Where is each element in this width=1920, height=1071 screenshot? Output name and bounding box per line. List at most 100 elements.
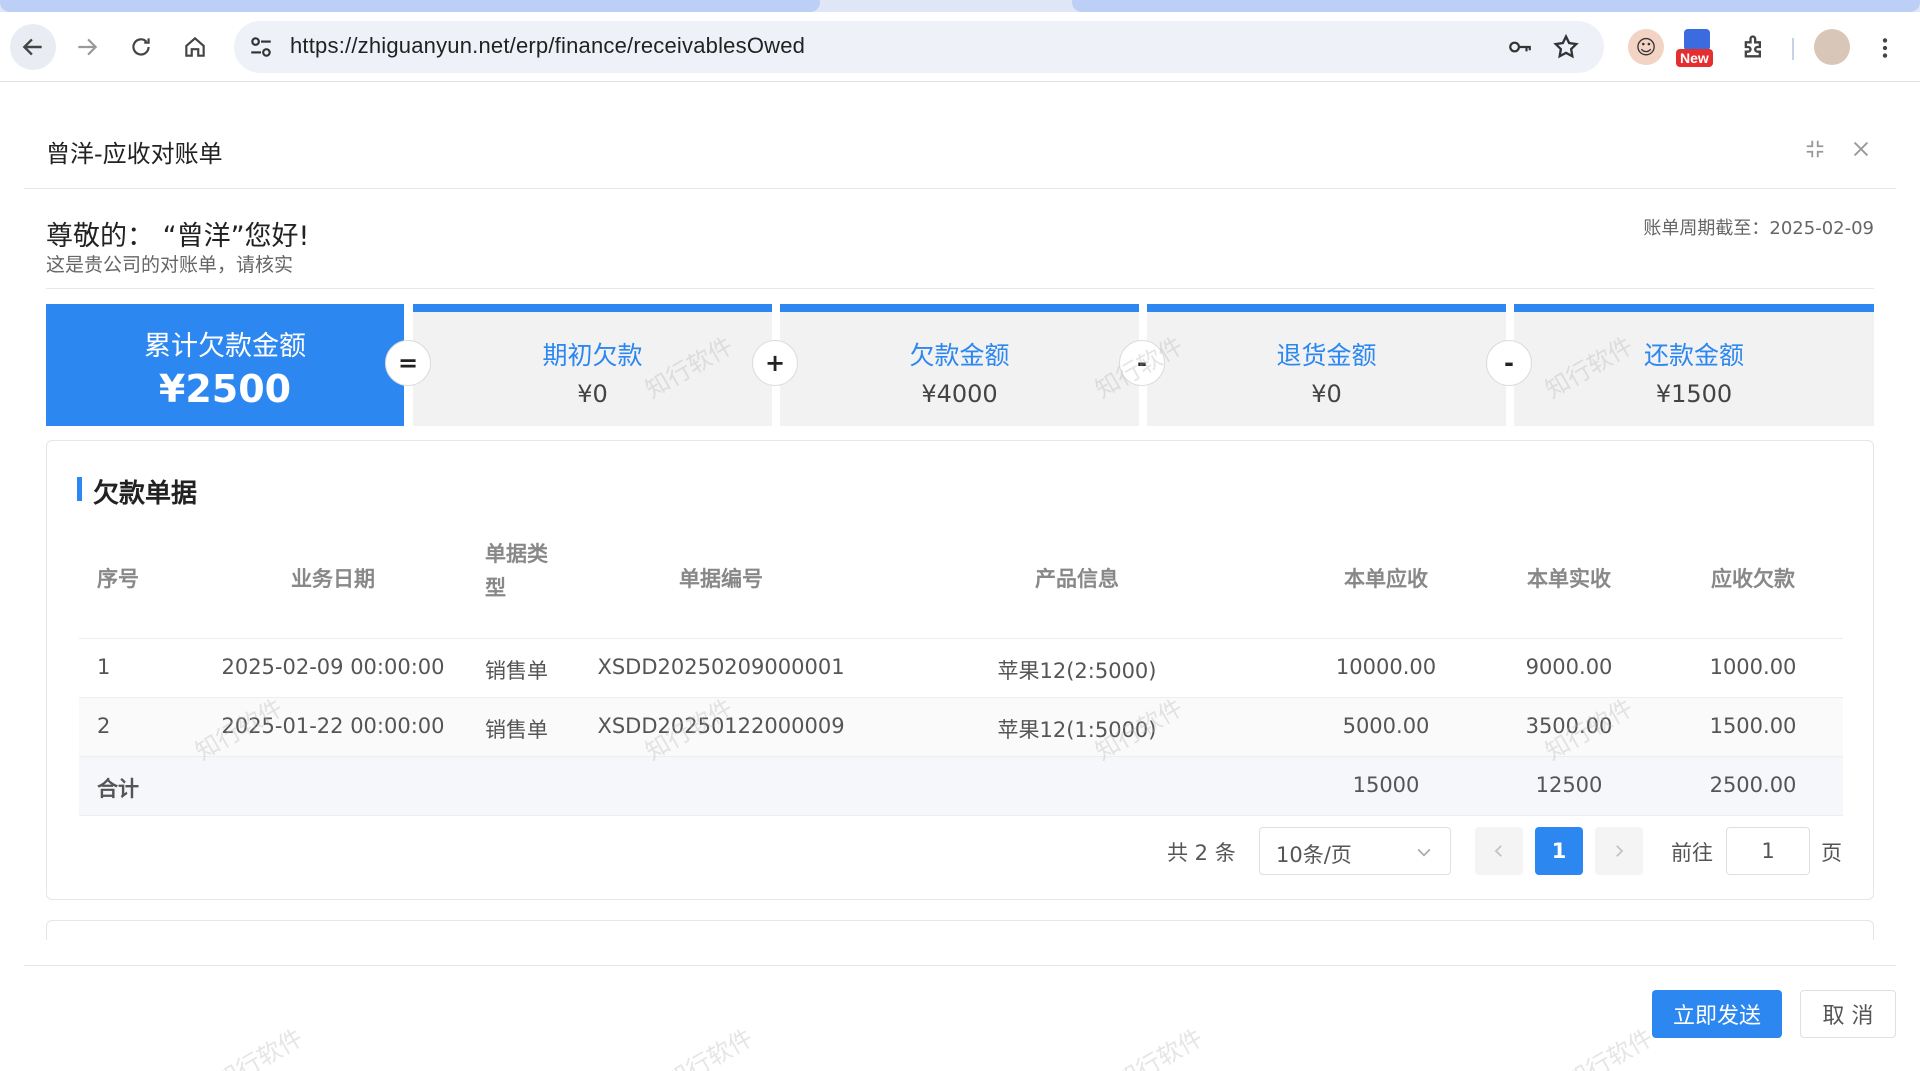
arrears-panel: 欠款单据 序号 业务日期 单据类型 单据编号 产品信息 本单应收 本单实收 应收… <box>46 440 1874 900</box>
cell-type: 销售单 <box>485 659 548 683</box>
card-label: 欠款金额 <box>909 341 1010 370</box>
browser-toolbar: https://zhiguanyun.net/erp/finance/recei… <box>0 12 1920 82</box>
chevron-left-icon <box>1494 845 1502 857</box>
minus-operator: - <box>1119 340 1165 386</box>
goto-label: 前往 <box>1671 841 1713 865</box>
billing-period: 账单周期截至：2025-02-09 <box>1643 218 1874 239</box>
second-panel <box>46 920 1874 940</box>
col-header[interactable]: 单据类型 <box>485 537 555 605</box>
new-badge: New <box>1676 49 1713 67</box>
watermark: 知行软件 <box>210 1023 308 1071</box>
header-divider <box>24 188 1896 189</box>
table-row[interactable]: 1 2025-02-09 00:00:00 销售单 XSDD2025020900… <box>79 639 1843 698</box>
summary-receivable: 15000 <box>1352 773 1420 797</box>
card-label: 退货金额 <box>1276 341 1377 370</box>
cell-received: 9000.00 <box>1525 655 1613 679</box>
browser-tab[interactable] <box>0 0 820 12</box>
summary-owed: 2500.00 <box>1709 773 1797 797</box>
collapse-icon[interactable] <box>1804 138 1826 160</box>
extension-new-icon[interactable]: New <box>1676 29 1718 67</box>
cell-receivable: 5000.00 <box>1342 714 1430 738</box>
cell-received: 3500.00 <box>1525 714 1613 738</box>
pager-total: 共 2 条 <box>1167 841 1236 865</box>
next-page-button[interactable] <box>1595 827 1643 875</box>
equals-operator: = <box>385 340 431 386</box>
footer-divider <box>24 965 1896 966</box>
summary-received: 12500 <box>1535 773 1603 797</box>
close-icon[interactable] <box>1850 138 1872 160</box>
cell-owed: 1500.00 <box>1709 714 1797 738</box>
prev-page-button[interactable] <box>1475 827 1523 875</box>
kebab-menu-icon[interactable] <box>1872 34 1898 62</box>
opening-balance-card: 期初欠款 ¥0 <box>413 304 772 426</box>
cell-number: XSDD20250122000009 <box>597 714 845 738</box>
back-button[interactable] <box>10 24 56 70</box>
cell-index: 2 <box>97 714 111 738</box>
watermark: 知行软件 <box>1110 1023 1208 1071</box>
goto-page-input[interactable] <box>1726 827 1810 875</box>
cell-type: 销售单 <box>485 718 548 742</box>
col-header[interactable]: 单据编号 <box>679 563 763 593</box>
total-owed-card: 累计欠款金额 ¥2500 <box>46 304 404 426</box>
reload-icon <box>132 38 150 56</box>
card-value: ¥0 <box>1311 380 1342 408</box>
address-bar[interactable]: https://zhiguanyun.net/erp/finance/recei… <box>234 21 1604 73</box>
arrears-table: 序号 业务日期 单据类型 单据编号 产品信息 本单应收 本单实收 应收欠款 1 … <box>79 517 1843 816</box>
card-value: ¥1500 <box>1655 380 1733 408</box>
col-header[interactable]: 序号 <box>97 563 139 593</box>
col-header[interactable]: 本单应收 <box>1344 563 1428 593</box>
card-label: 还款金额 <box>1643 341 1744 370</box>
cell-product: 苹果12(1:5000) <box>997 718 1157 742</box>
cell-owed: 1000.00 <box>1709 655 1797 679</box>
extension-avatar-icon[interactable]: ☺ <box>1628 29 1664 65</box>
summary-label: 合计 <box>97 777 139 801</box>
owed-amount-card: 欠款金额 ¥4000 <box>780 304 1139 426</box>
table-row[interactable]: 2 2025-01-22 00:00:00 销售单 XSDD2025012200… <box>79 698 1843 757</box>
table-header: 序号 业务日期 单据类型 单据编号 产品信息 本单应收 本单实收 应收欠款 <box>79 517 1843 639</box>
greeting-subtitle: 这是贵公司的对账单，请核实 <box>46 254 294 276</box>
greeting-heading: 尊敬的： “曾洋”您好! <box>46 221 310 252</box>
cell-receivable: 10000.00 <box>1335 655 1437 679</box>
cell-date: 2025-02-09 00:00:00 <box>221 655 445 679</box>
home-button[interactable] <box>172 24 218 70</box>
reload-button[interactable] <box>118 24 164 70</box>
col-header[interactable]: 业务日期 <box>291 563 375 593</box>
watermark: 知行软件 <box>1560 1023 1658 1071</box>
page-size-value: 10条/页 <box>1276 843 1352 867</box>
card-label: 期初欠款 <box>542 341 643 370</box>
page-number-button[interactable]: 1 <box>1535 827 1583 875</box>
watermark: 知行软件 <box>660 1023 758 1071</box>
col-header[interactable]: 应收欠款 <box>1711 563 1795 593</box>
chevron-right-icon <box>1616 845 1624 857</box>
cancel-button[interactable]: 取 消 <box>1800 990 1896 1038</box>
cell-date: 2025-01-22 00:00:00 <box>221 714 445 738</box>
card-label: 累计欠款金额 <box>144 331 306 362</box>
cell-product: 苹果12(2:5000) <box>997 659 1157 683</box>
home-icon <box>185 36 205 57</box>
card-value: ¥4000 <box>921 380 998 408</box>
browser-tab[interactable] <box>1072 0 1920 12</box>
repayment-amount-card: 还款金额 ¥1500 <box>1514 304 1874 426</box>
arrow-right-icon <box>78 38 98 56</box>
send-now-button[interactable]: 立即发送 <box>1652 990 1782 1038</box>
card-value: ¥0 <box>577 380 608 408</box>
toolbar-divider <box>1792 38 1794 60</box>
dialog-title: 曾洋-应收对账单 <box>46 140 223 168</box>
forward-button[interactable] <box>64 24 110 70</box>
return-amount-card: 退货金额 ¥0 <box>1147 304 1506 426</box>
minus-operator: - <box>1486 340 1532 386</box>
extensions-puzzle-icon[interactable] <box>1736 29 1772 65</box>
summary-cards: 累计欠款金额 ¥2500 期初欠款 ¥0 欠款金额 ¥4000 退货金额 ¥0 … <box>46 304 1874 426</box>
page-size-select[interactable]: 10条/页 <box>1259 827 1451 875</box>
col-header[interactable]: 本单实收 <box>1527 563 1611 593</box>
profile-avatar-icon[interactable] <box>1814 29 1850 65</box>
key-icon[interactable] <box>1506 34 1534 60</box>
arrow-left-icon <box>22 38 42 56</box>
star-icon[interactable] <box>1552 33 1580 61</box>
panel-title: 欠款单据 <box>93 479 198 509</box>
site-settings-icon[interactable] <box>248 34 274 60</box>
greeting-divider <box>46 288 1874 289</box>
tab-strip <box>0 0 1920 12</box>
col-header[interactable]: 产品信息 <box>1035 563 1119 593</box>
url-text[interactable]: https://zhiguanyun.net/erp/finance/recei… <box>290 33 805 59</box>
